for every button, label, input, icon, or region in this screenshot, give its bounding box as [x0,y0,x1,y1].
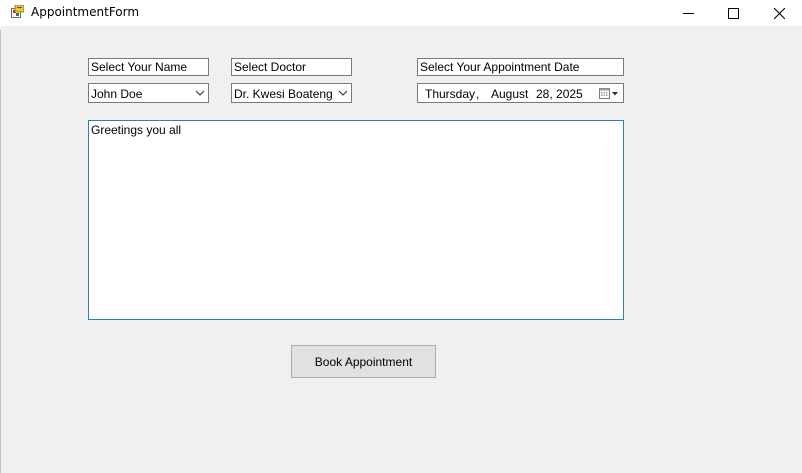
name-select[interactable]: John Doe [88,83,209,103]
minimize-icon [682,12,694,14]
name-select-value: John Doe [91,87,143,101]
date-comma: , [476,87,480,101]
date-day-year[interactable]: 28, 2025 [536,87,583,101]
date-month[interactable]: August [491,87,528,101]
message-textarea[interactable]: Greetings you all [88,120,624,320]
window-title: AppointmentForm [31,5,140,19]
title-bar[interactable]: AppointmentForm [0,0,802,26]
doctor-select-value: Dr. Kwesi Boateng [234,87,333,101]
doctor-label-box: Select Doctor [231,58,352,76]
chevron-down-icon[interactable] [195,89,205,97]
name-label-box: Select Your Name [88,58,209,76]
date-label-box: Select Your Appointment Date [417,58,624,76]
book-appointment-button[interactable]: Book Appointment [291,345,436,378]
minimize-button[interactable] [665,0,711,26]
window-border [0,30,1,473]
appointment-date-picker[interactable]: Thursday , August 28, 2025 [417,83,624,103]
close-icon [773,7,785,19]
app-form-icon [11,4,25,18]
doctor-select[interactable]: Dr. Kwesi Boateng [231,83,352,103]
maximize-button[interactable] [710,0,756,26]
maximize-icon [727,7,739,19]
calendar-dropdown-icon[interactable] [599,87,619,100]
date-weekday[interactable]: Thursday [425,87,475,101]
chevron-down-icon[interactable] [338,89,348,97]
close-button[interactable] [756,0,802,26]
book-appointment-label: Book Appointment [314,354,413,369]
